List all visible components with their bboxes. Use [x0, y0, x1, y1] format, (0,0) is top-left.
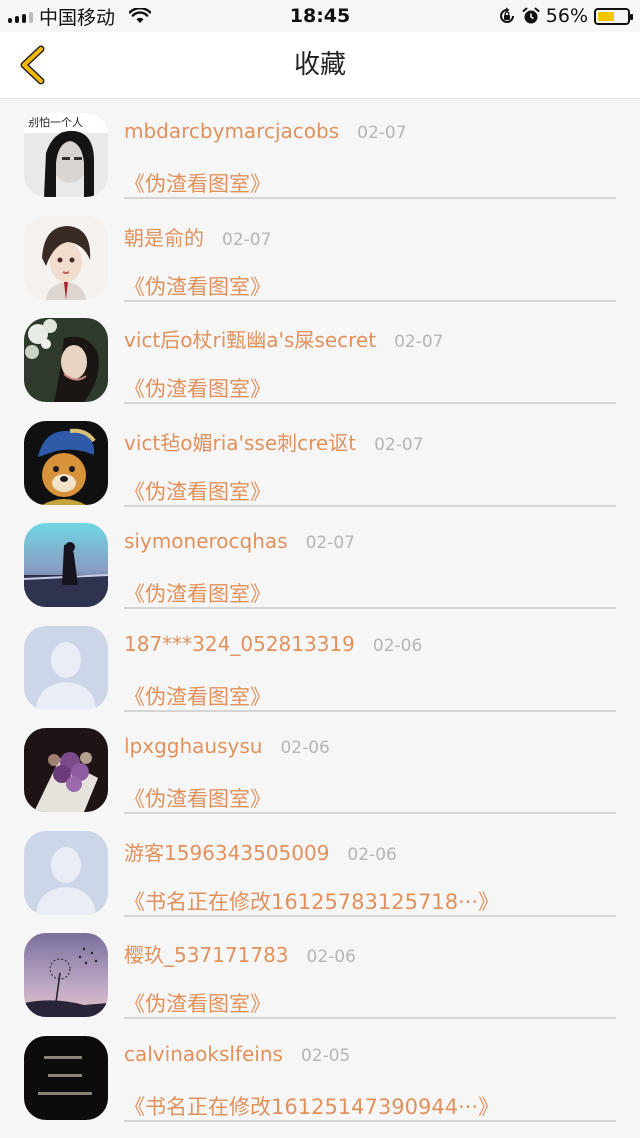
divider: [124, 1119, 616, 1122]
signal-icon: [8, 9, 33, 23]
divider: [124, 402, 616, 404]
list-item[interactable]: siymonerocqhas 02-07 《伪渣看图室》: [0, 509, 640, 612]
back-button[interactable]: [12, 43, 52, 87]
user-name[interactable]: 游客1596343505009: [124, 837, 329, 866]
favorite-date: 02-07: [374, 434, 424, 455]
favorite-date: 02-05: [300, 1045, 351, 1066]
book-title[interactable]: 《伪渣看图室》: [124, 783, 271, 813]
status-left: 中国移动: [0, 3, 152, 30]
avatar-caption: 别怕一个人: [28, 116, 83, 129]
carrier-label: 中国移动: [39, 6, 116, 29]
favorite-date: 02-07: [394, 332, 444, 352]
user-name[interactable]: vict后o杖ri甄幽a's屎secret: [124, 324, 376, 353]
divider: [124, 1017, 616, 1019]
list-item[interactable]: vict毡o媚ria'sse刺cre讴t 02-07 《伪渣看图室》: [0, 407, 640, 510]
favorites-list: 别怕一个人 mbdarcbymarcjacobs 02-07 《伪渣看图室》 朝…: [0, 99, 640, 1124]
list-item[interactable]: 游客1596343505009 02-06 《书名正在修改16125783125…: [0, 817, 640, 920]
user-name[interactable]: 187***324_052813319: [124, 632, 355, 656]
user-name[interactable]: 樱玖_537171783: [124, 939, 289, 968]
avatar[interactable]: [24, 420, 108, 505]
book-title[interactable]: 《伪渣看图室》: [124, 681, 271, 711]
avatar[interactable]: [24, 728, 108, 812]
list-item[interactable]: calvinaokslfeins 02-05 《书名正在修改1612514739…: [0, 1022, 640, 1125]
page-title: 收藏: [293, 50, 346, 80]
list-item[interactable]: lpxgghausysu 02-06 《伪渣看图室》: [0, 714, 640, 817]
rotation-lock-icon: [499, 7, 514, 23]
list-item[interactable]: 187***324_052813319 02-06 《伪渣看图室》: [0, 612, 640, 715]
book-title[interactable]: 《伪渣看图室》: [124, 988, 271, 1018]
favorite-date: 02-06: [372, 635, 423, 656]
user-name[interactable]: 朝是俞的: [124, 222, 204, 251]
list-item[interactable]: 别怕一个人 mbdarcbymarcjacobs 02-07 《伪渣看图室》: [0, 99, 640, 202]
book-title[interactable]: 《伪渣看图室》: [124, 271, 271, 301]
divider: [124, 709, 616, 712]
divider: [124, 607, 616, 609]
favorite-date: 02-07: [222, 229, 272, 250]
default-avatar[interactable]: [24, 625, 108, 710]
favorite-date: 02-06: [306, 947, 356, 967]
favorite-date: 02-07: [305, 533, 355, 553]
favorite-date: 02-06: [280, 738, 330, 758]
avatar[interactable]: [24, 318, 108, 402]
default-avatar[interactable]: [24, 830, 108, 915]
book-title[interactable]: 《书名正在修改16125147390944···》: [124, 1091, 499, 1121]
user-name[interactable]: calvinaokslfeins: [124, 1042, 283, 1066]
avatar[interactable]: [24, 215, 108, 300]
avatar[interactable]: [24, 933, 108, 1017]
user-name[interactable]: vict毡o媚ria'sse刺cre讴t: [124, 427, 356, 456]
book-title[interactable]: 《书名正在修改16125783125718···》: [124, 886, 499, 916]
alarm-icon: [522, 7, 540, 24]
divider: [124, 914, 616, 917]
chevron-left-icon: [20, 45, 45, 85]
nav-bar: 收藏: [0, 32, 640, 99]
status-bar: 中国移动 18:45 56%: [0, 0, 640, 32]
list-item[interactable]: vict后o杖ri甄幽a's屎secret 02-07 《伪渣看图室》: [0, 304, 640, 407]
avatar[interactable]: [24, 523, 108, 607]
user-name[interactable]: mbdarcbymarcjacobs: [124, 119, 339, 143]
user-name[interactable]: lpxgghausysu: [124, 734, 262, 758]
favorite-date: 02-07: [357, 123, 407, 143]
book-title[interactable]: 《伪渣看图室》: [124, 476, 271, 506]
user-name[interactable]: siymonerocqhas: [124, 529, 288, 553]
divider: [124, 812, 616, 814]
divider: [124, 299, 616, 302]
book-title[interactable]: 《伪渣看图室》: [124, 168, 271, 198]
avatar[interactable]: 别怕一个人: [24, 113, 108, 197]
wifi-icon: [129, 8, 152, 23]
avatar[interactable]: [24, 1035, 108, 1120]
favorite-date: 02-06: [347, 844, 397, 865]
book-title[interactable]: 《伪渣看图室》: [124, 373, 271, 403]
book-title[interactable]: 《伪渣看图室》: [124, 578, 271, 608]
list-item[interactable]: 朝是俞的 02-07 《伪渣看图室》: [0, 202, 640, 305]
divider: [124, 504, 616, 507]
list-item[interactable]: 樱玖_537171783 02-06 《伪渣看图室》: [0, 919, 640, 1022]
divider: [124, 197, 616, 199]
battery-percent: 56%: [545, 5, 588, 27]
battery-icon: [594, 7, 633, 25]
battery-fill: [598, 11, 614, 21]
status-right: 56%: [498, 5, 640, 27]
